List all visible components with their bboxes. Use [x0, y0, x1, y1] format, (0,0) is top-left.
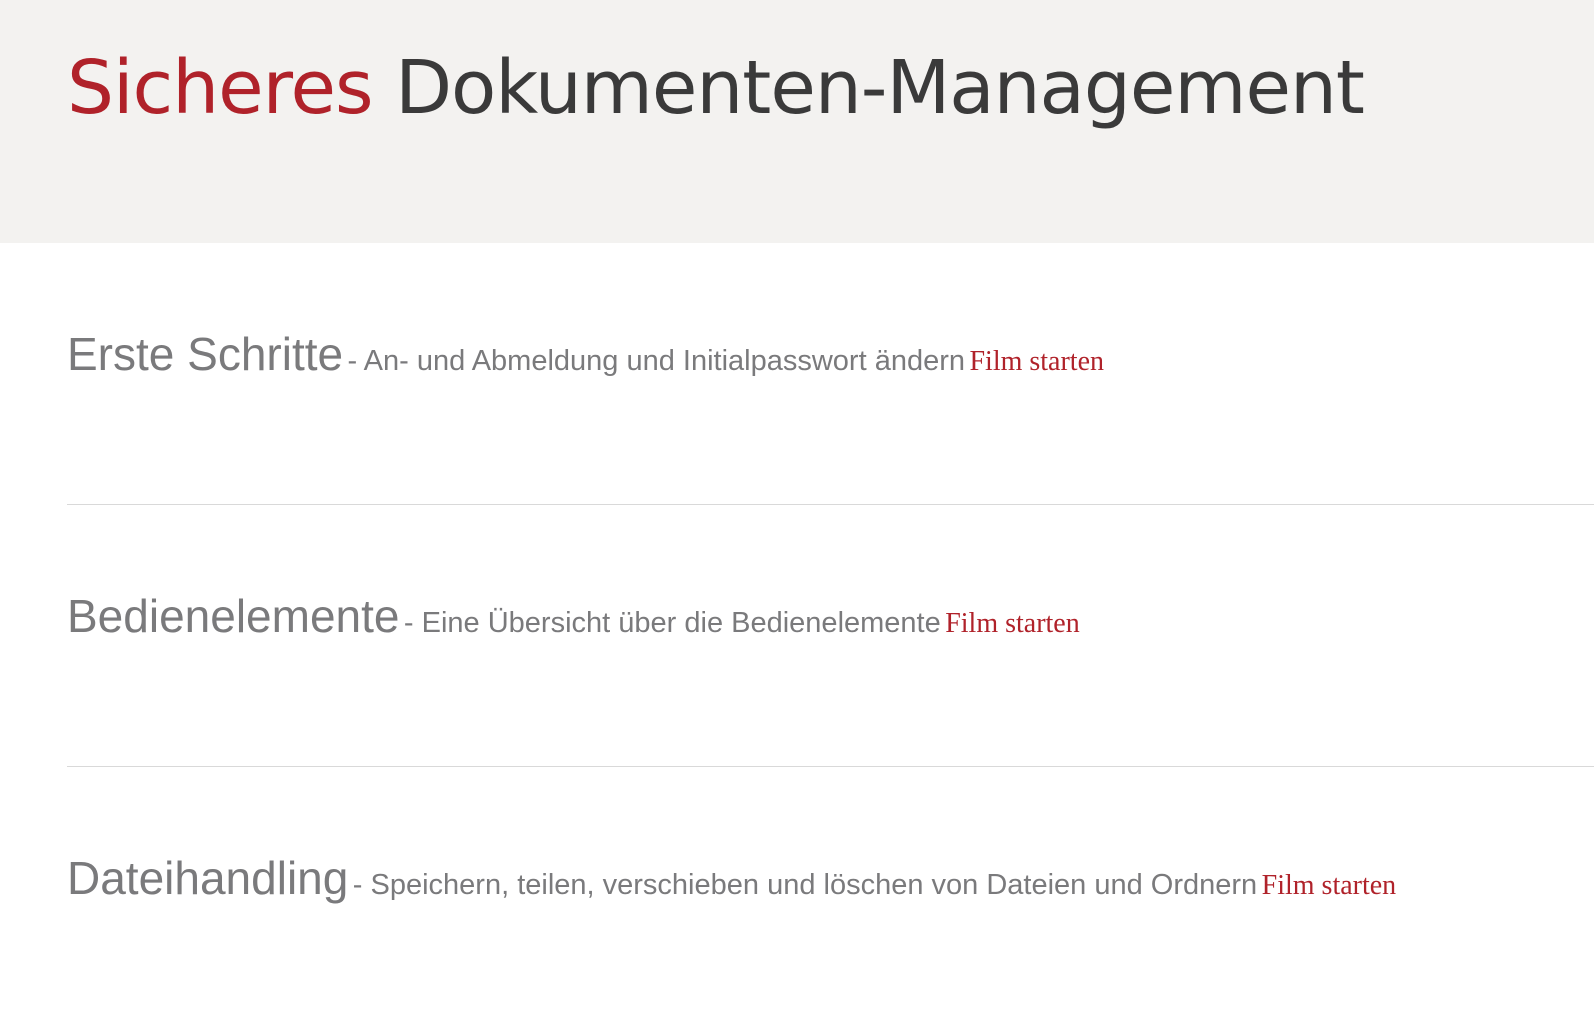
section-description: - Eine Übersicht über die Bedienelemente	[403, 607, 941, 639]
page-header: Sicheres Dokumenten-Management	[0, 0, 1594, 243]
section-line: Bedienelemente - Eine Übersicht über die…	[67, 584, 1080, 660]
section-erste-schritte: Erste Schritte - An- und Abmeldung und I…	[67, 243, 1594, 505]
film-start-link-bedienelemente[interactable]: Film starten	[945, 608, 1080, 639]
section-title: Bedienelemente	[67, 590, 400, 642]
film-start-link-dateihandling[interactable]: Film starten	[1262, 870, 1397, 901]
section-line: Dateihandling - Speichern, teilen, versc…	[67, 846, 1396, 922]
section-dateihandling: Dateihandling - Speichern, teilen, versc…	[67, 767, 1594, 1012]
section-title: Dateihandling	[67, 852, 349, 904]
film-start-link-erste-schritte[interactable]: Film starten	[969, 346, 1104, 377]
section-bedienelemente: Bedienelemente - Eine Übersicht über die…	[67, 505, 1594, 767]
section-description: - Speichern, teilen, verschieben und lös…	[352, 869, 1258, 901]
video-list: Erste Schritte - An- und Abmeldung und I…	[67, 243, 1594, 1012]
section-title: Erste Schritte	[67, 328, 344, 380]
page-title-rest: Dokumenten-Management	[395, 45, 1365, 131]
page-title-accent: Sicheres	[67, 45, 374, 131]
page-title: Sicheres Dokumenten-Management	[67, 40, 1365, 136]
section-description: - An- und Abmeldung und Initialpasswort …	[347, 345, 966, 377]
section-line: Erste Schritte - An- und Abmeldung und I…	[67, 322, 1104, 398]
